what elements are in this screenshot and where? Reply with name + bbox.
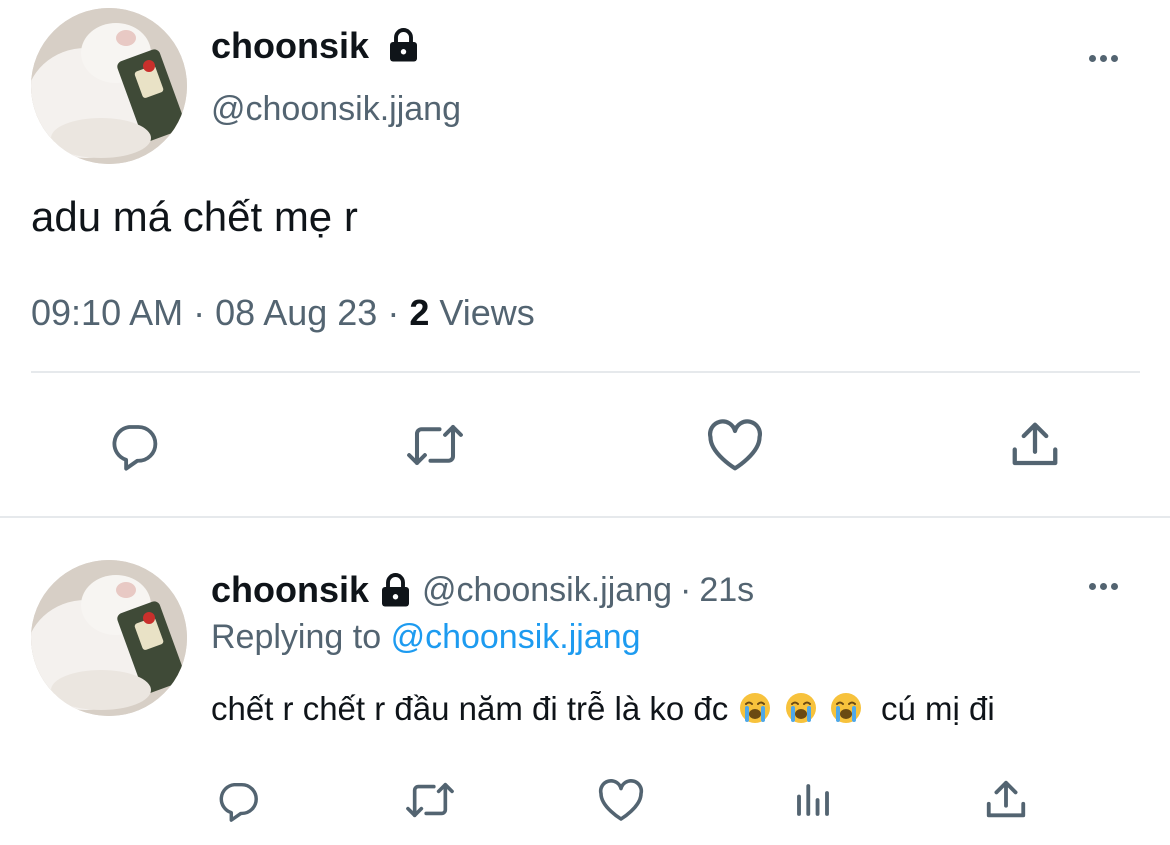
avatar[interactable] — [31, 560, 187, 716]
avatar[interactable] — [31, 8, 187, 164]
replying-to-link[interactable]: @choonsik.jjang — [391, 618, 641, 656]
tweet-meta: 09:10 AM · 08 Aug 23 · 2 Views — [31, 292, 535, 334]
like-icon[interactable] — [597, 777, 645, 823]
loudly-crying-face-icon — [739, 692, 771, 724]
like-icon[interactable] — [705, 418, 765, 472]
more-options-icon[interactable] — [1089, 55, 1118, 62]
loudly-crying-face-icon — [830, 692, 862, 724]
meta-separator: · — [680, 570, 692, 609]
lock-icon — [377, 572, 414, 608]
tweet-time: 09:10 AM — [31, 292, 184, 333]
section-divider — [0, 516, 1170, 518]
retweet-icon[interactable] — [402, 777, 458, 823]
user-handle[interactable]: @choonsik.jjang — [211, 90, 461, 129]
analytics-icon[interactable] — [792, 779, 834, 821]
tweet-text: adu má chết mẹ r — [31, 193, 358, 240]
retweet-icon[interactable] — [400, 418, 470, 472]
replying-prefix: Replying to — [211, 618, 382, 656]
reply-text-tail: cú mị đi — [880, 690, 995, 727]
loudly-crying-face-icon — [785, 692, 817, 724]
reply-text-main: chết r chết r đầu năm đi trễ là ko đc — [211, 690, 729, 727]
views-label[interactable]: Views — [439, 292, 534, 333]
share-icon[interactable] — [983, 777, 1029, 823]
display-name[interactable]: choonsik — [211, 569, 369, 611]
reply-header: choonsik @choonsik.jjang · 21s — [211, 569, 754, 611]
tweet-date: 08 Aug 23 — [215, 292, 378, 333]
views-count[interactable]: 2 — [409, 292, 429, 333]
lock-icon — [385, 27, 422, 63]
reply-icon[interactable] — [105, 418, 163, 472]
divider — [31, 371, 1140, 373]
display-name[interactable]: choonsik — [211, 25, 369, 67]
user-handle[interactable]: @choonsik.jjang — [422, 571, 672, 610]
meta-separator: · — [193, 292, 206, 333]
meta-separator: · — [387, 292, 400, 333]
reply-icon[interactable] — [215, 777, 261, 823]
more-options-icon[interactable] — [1089, 583, 1118, 590]
share-icon[interactable] — [1008, 418, 1062, 472]
reply-age[interactable]: 21s — [699, 571, 754, 610]
reply-text: chết r chết r đầu năm đi trễ là ko đc cú… — [211, 690, 995, 728]
replying-to: Replying to @choonsik.jjang — [211, 618, 641, 657]
